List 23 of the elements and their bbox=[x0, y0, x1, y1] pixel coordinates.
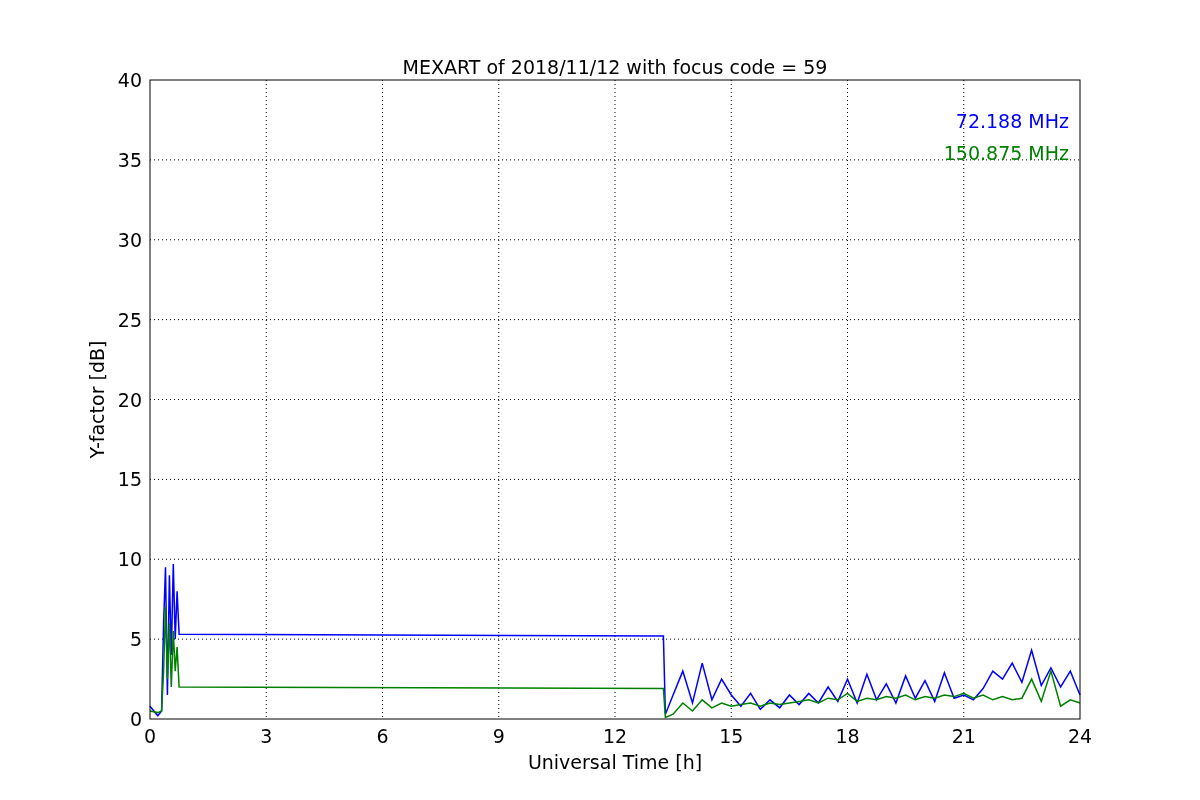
tick-label: 25 bbox=[117, 308, 142, 331]
tick-label: 0 bbox=[129, 708, 142, 730]
tick-label: 5 bbox=[129, 628, 142, 651]
tick-label: 24 bbox=[1067, 725, 1093, 747]
tick-label: 12 bbox=[602, 725, 628, 747]
axis-label: Universal Time [h] bbox=[527, 751, 703, 773]
tick-label: 6 bbox=[376, 725, 389, 747]
tick-label: 9 bbox=[492, 725, 505, 747]
tick-label: 10 bbox=[117, 548, 142, 571]
tick-label: 30 bbox=[117, 228, 142, 251]
tick-label: 20 bbox=[117, 388, 142, 411]
tick-label: 18 bbox=[835, 725, 860, 747]
axis-label: Y-factor [dB] bbox=[86, 340, 108, 459]
legend-label: 72.188 MHz bbox=[955, 110, 1069, 132]
chart-title: MEXART of 2018/11/12 with focus code = 59 bbox=[402, 56, 828, 78]
tick-label: 0 bbox=[143, 725, 157, 747]
tick-label: 21 bbox=[951, 725, 976, 747]
legend-label: 150.875 MHz bbox=[943, 142, 1069, 164]
tick-label: 15 bbox=[719, 725, 744, 747]
tick-label: 3 bbox=[260, 725, 273, 747]
tick-label: 40 bbox=[117, 69, 142, 91]
tick-label: 15 bbox=[117, 468, 142, 491]
tick-label: 35 bbox=[117, 148, 142, 171]
